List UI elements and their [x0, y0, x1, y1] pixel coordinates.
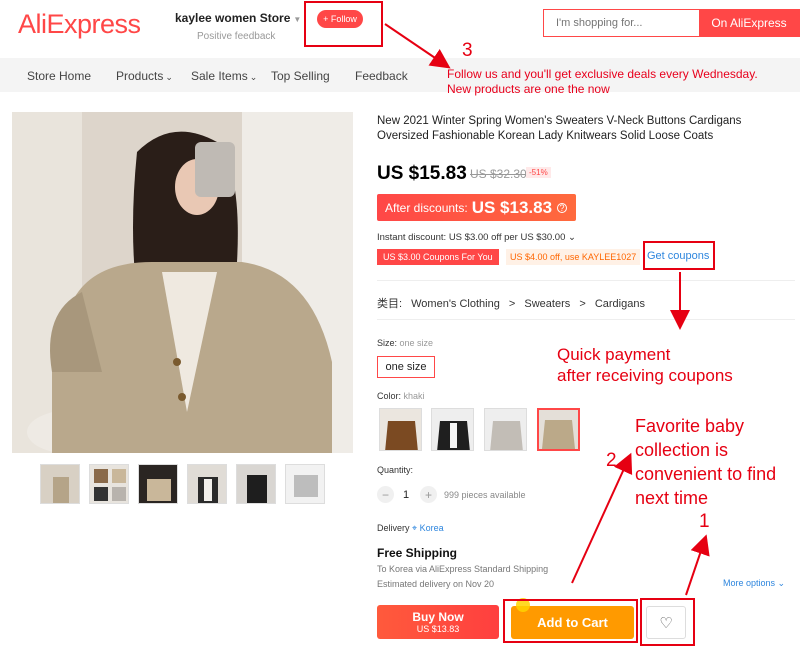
favorite-annotation: Favorite baby collection is convenient t… [635, 414, 776, 510]
fav-line-2: collection is [635, 440, 729, 460]
fav-line-1: Favorite baby [635, 416, 745, 436]
arrow-add-to-cart [571, 452, 633, 584]
step-number-3: 3 [462, 40, 473, 61]
step-number-2: 2 [606, 450, 617, 471]
fav-line-4: next time [635, 488, 709, 508]
step-number-1: 1 [699, 511, 710, 532]
arrow-follow [384, 23, 451, 69]
annotation-arrows [384, 23, 710, 596]
fav-line-3: convenient to find [635, 464, 777, 484]
arrow-wishlist [685, 534, 710, 596]
quick-line-1: Quick payment [557, 345, 671, 364]
quick-line-2: after receiving coupons [557, 366, 733, 385]
quick-payment-annotation: Quick payment after receiving coupons [557, 344, 733, 386]
